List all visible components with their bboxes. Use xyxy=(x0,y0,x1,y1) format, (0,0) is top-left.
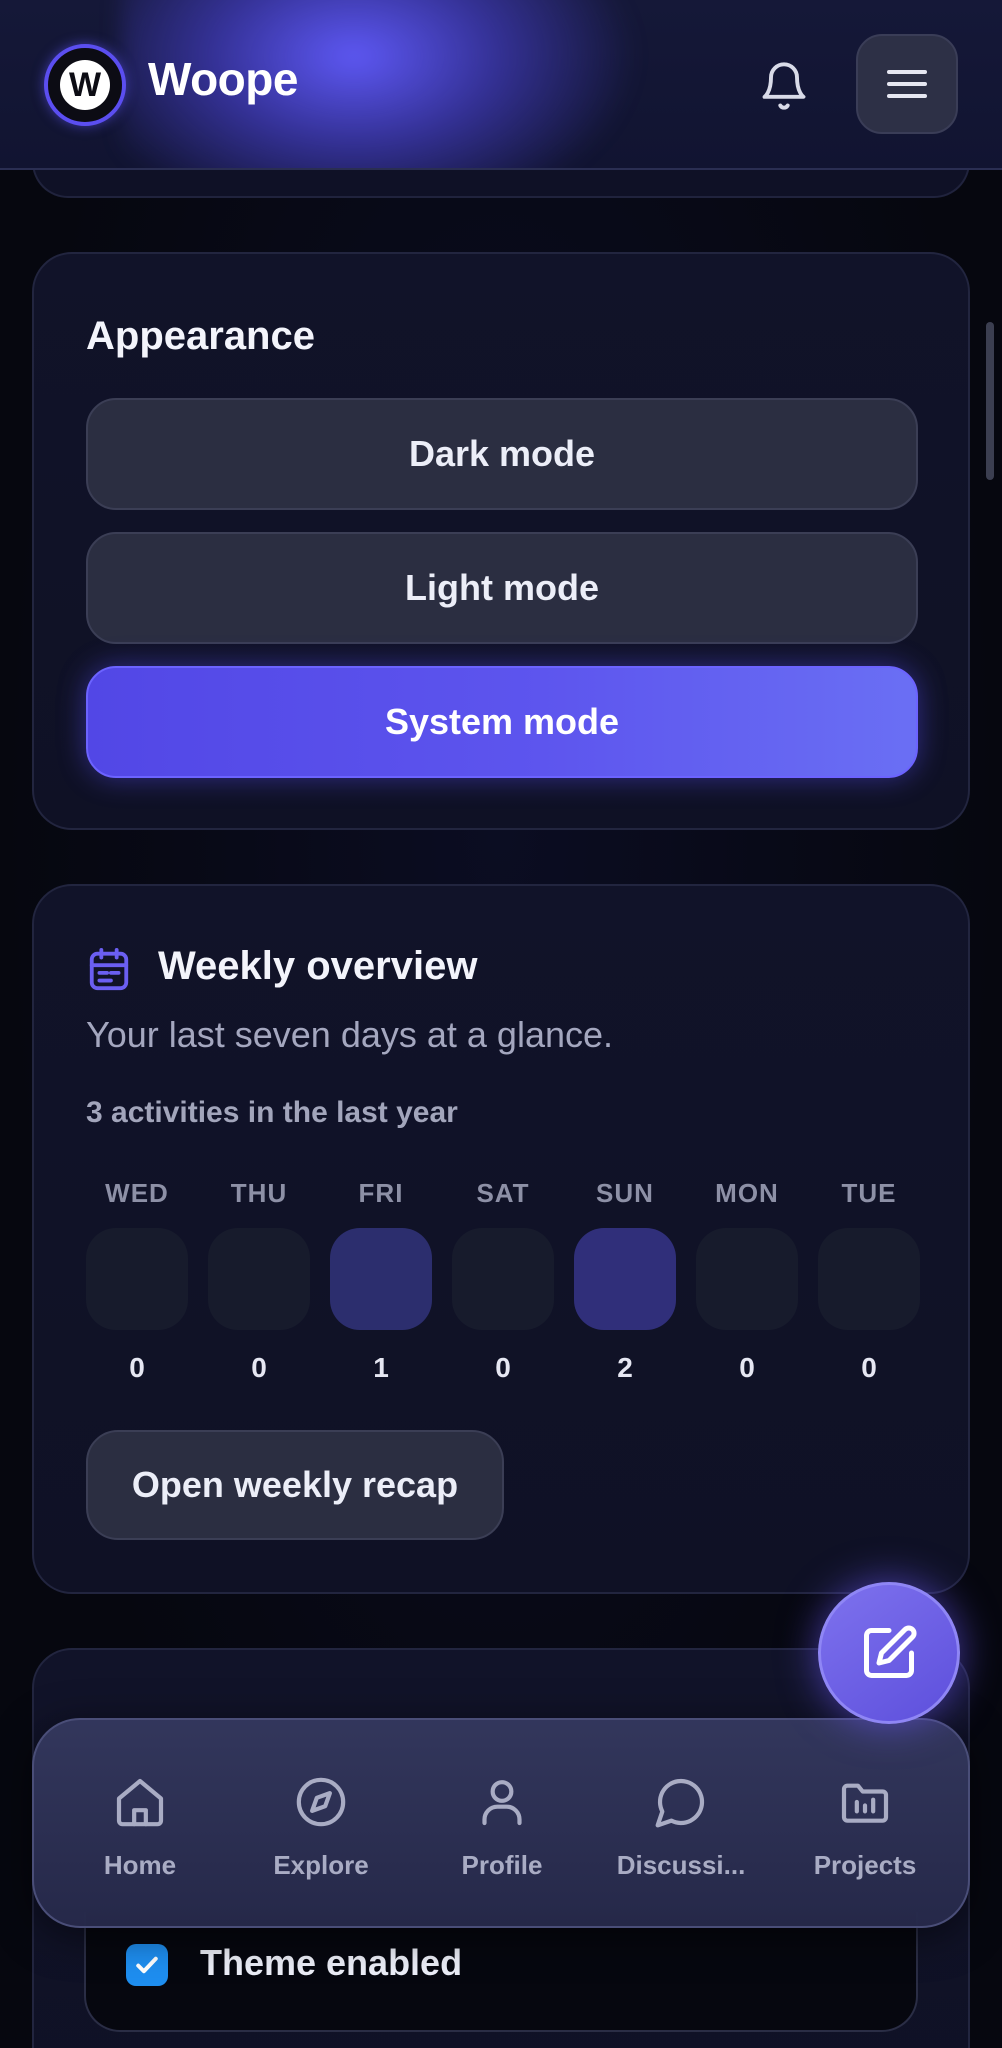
brand-logo[interactable]: W xyxy=(44,44,126,126)
day-label: SUN xyxy=(596,1178,654,1208)
page-scrollbar[interactable] xyxy=(986,322,994,480)
day-label: SAT xyxy=(476,1178,530,1208)
day-label: FRI xyxy=(358,1178,404,1208)
day-count: 0 xyxy=(861,1352,877,1383)
day-count: 0 xyxy=(129,1352,145,1383)
activity-summary: 3 activities in the last year xyxy=(86,1096,458,1129)
day-activity-cell[interactable] xyxy=(452,1228,554,1330)
day-label: WED xyxy=(105,1178,169,1208)
checkmark-icon xyxy=(136,1956,158,1974)
nav-item-projects[interactable]: Projects xyxy=(775,1720,955,1930)
logo-letter: W xyxy=(68,65,102,104)
weekly-subtitle: Your last seven days at a glance. xyxy=(86,1014,614,1055)
day-activity-cell[interactable] xyxy=(818,1228,920,1330)
folder-icon xyxy=(841,1783,889,1823)
day-count: 1 xyxy=(373,1352,389,1383)
nav-label: Projects xyxy=(813,1850,917,1880)
day-activity-cell[interactable] xyxy=(86,1228,188,1330)
compass-icon xyxy=(296,1777,346,1827)
nav-item-profile[interactable]: Profile xyxy=(412,1720,592,1930)
appearance-card: Appearance Dark mode Light mode System m… xyxy=(32,252,970,830)
system-mode-button[interactable]: System mode xyxy=(86,666,918,778)
edit-icon xyxy=(864,1625,917,1678)
day-label: TUE xyxy=(841,1178,897,1208)
menu-icon xyxy=(887,70,927,98)
bell-icon[interactable] xyxy=(758,60,810,112)
theme-enabled-label: Theme enabled xyxy=(200,1942,463,1983)
top-header: W Woope xyxy=(0,0,1002,170)
bottom-navigation: Home Explore Profile Discussi... Project… xyxy=(32,1718,970,1928)
theme-checkbox[interactable] xyxy=(126,1944,168,1986)
open-weekly-recap-button[interactable]: Open weekly recap xyxy=(86,1430,504,1540)
day-count: 0 xyxy=(251,1352,267,1383)
nav-item-discussions[interactable]: Discussi... xyxy=(591,1720,771,1930)
nav-item-explore[interactable]: Explore xyxy=(231,1720,411,1930)
nav-label: Home xyxy=(103,1850,177,1880)
day-label: MON xyxy=(715,1178,779,1208)
day-activity-cell[interactable] xyxy=(330,1228,432,1330)
nav-label: Profile xyxy=(461,1850,543,1880)
appearance-title: Appearance xyxy=(86,314,315,358)
day-count: 2 xyxy=(617,1352,633,1383)
nav-item-home[interactable]: Home xyxy=(50,1720,230,1930)
day-count: 0 xyxy=(495,1352,511,1383)
logo-mark: W xyxy=(60,60,110,110)
user-icon xyxy=(482,1780,522,1826)
day-label: THU xyxy=(230,1178,288,1208)
compose-fab[interactable] xyxy=(818,1582,960,1724)
day-activity-cell[interactable] xyxy=(574,1228,676,1330)
nav-label: Discussi... xyxy=(616,1850,746,1880)
weekly-title: Weekly overview xyxy=(158,944,478,988)
calendar-icon xyxy=(86,946,132,994)
nav-label: Explore xyxy=(273,1850,369,1880)
menu-button[interactable] xyxy=(856,34,958,134)
light-mode-button[interactable]: Light mode xyxy=(86,532,918,644)
home-icon xyxy=(116,1778,164,1827)
day-activity-cell[interactable] xyxy=(696,1228,798,1330)
brand-name: Woope xyxy=(148,53,298,105)
day-activity-cell[interactable] xyxy=(208,1228,310,1330)
day-count: 0 xyxy=(739,1352,755,1383)
dark-mode-button[interactable]: Dark mode xyxy=(86,398,918,510)
chat-icon xyxy=(655,1778,705,1828)
weekly-overview-card: Weekly overview Your last seven days at … xyxy=(32,884,970,1594)
app-page: W Woope Appearance Dark mode Light mode … xyxy=(0,0,1002,2048)
